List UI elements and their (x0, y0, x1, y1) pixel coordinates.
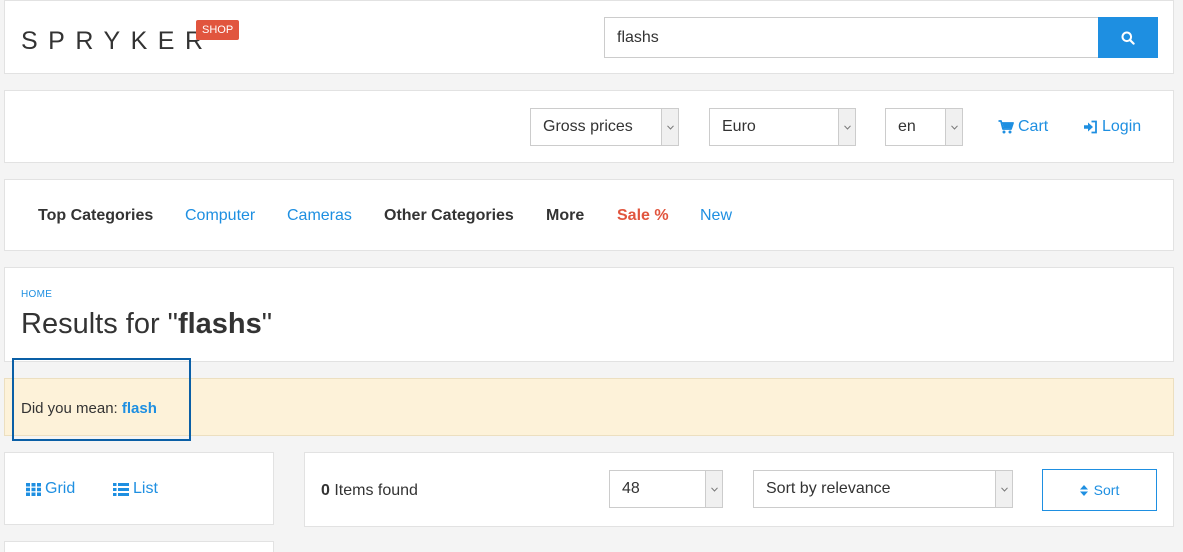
category-nav: Top Categories Computer Cameras Other Ca… (4, 179, 1174, 251)
nav-cameras[interactable]: Cameras (287, 207, 352, 225)
per-page-select[interactable]: 48 (609, 470, 723, 508)
list-icon (113, 482, 129, 496)
nav-new[interactable]: New (700, 207, 732, 225)
search-input[interactable] (604, 17, 1099, 58)
chevron-down-icon (995, 471, 1012, 507)
items-count: 0 (321, 482, 330, 499)
sort-icon (1079, 484, 1088, 496)
settings-bar: Gross prices Euro en Cart Login (4, 90, 1174, 163)
grid-icon (26, 482, 41, 496)
site-header: SPRYKER SHOP (4, 0, 1174, 74)
chevron-down-icon (661, 109, 678, 145)
page-title: Results for "flashs" (21, 308, 272, 341)
chevron-down-icon (705, 471, 722, 507)
highlight-box (12, 358, 191, 441)
grid-view-button[interactable]: Grid (26, 480, 75, 498)
logo[interactable]: SPRYKER (21, 29, 214, 54)
shop-badge: SHOP (196, 20, 240, 41)
search-query: flashs (177, 308, 262, 340)
grid-label: Grid (45, 480, 76, 497)
chevron-down-icon (838, 109, 855, 145)
items-found-label: Items found (329, 482, 418, 499)
nav-more[interactable]: More (546, 207, 584, 225)
login-link[interactable]: Login (1083, 118, 1141, 136)
results-toolbar: 0 Items found 48 Sort by relevance Sort (304, 452, 1174, 527)
currency-value: Euro (722, 118, 756, 135)
price-mode-select[interactable]: Gross prices (530, 108, 679, 146)
title-suffix: " (261, 308, 273, 340)
sort-button-label: Sort (1093, 482, 1120, 498)
chevron-down-icon (945, 109, 962, 145)
nav-other-categories[interactable]: Other Categories (384, 207, 514, 225)
search-icon (1121, 31, 1135, 45)
breadcrumb-home[interactable]: HOME (21, 289, 52, 300)
results-header: HOME Results for "flashs" (4, 267, 1174, 362)
list-label: List (133, 480, 158, 497)
sort-button[interactable]: Sort (1042, 469, 1157, 511)
sort-value: Sort by relevance (766, 480, 891, 497)
search-button[interactable] (1098, 17, 1158, 58)
nav-computer[interactable]: Computer (185, 207, 255, 225)
nav-sale[interactable]: Sale % (617, 207, 669, 225)
view-toggle: Grid List (4, 452, 274, 525)
list-view-button[interactable]: List (113, 480, 158, 498)
sign-in-icon (1084, 120, 1097, 134)
cart-icon (998, 120, 1014, 134)
price-mode-value: Gross prices (543, 118, 633, 135)
sort-select[interactable]: Sort by relevance (753, 470, 1013, 508)
cart-label: Cart (1018, 118, 1049, 135)
currency-select[interactable]: Euro (709, 108, 856, 146)
title-prefix: Results for " (21, 308, 178, 340)
per-page-value: 48 (622, 480, 640, 497)
items-found: 0 Items found (321, 482, 418, 500)
language-select[interactable]: en (885, 108, 963, 146)
filter-panel (4, 541, 274, 552)
login-label: Login (1102, 118, 1142, 135)
language-value: en (898, 118, 916, 135)
nav-top-categories[interactable]: Top Categories (38, 207, 153, 225)
cart-link[interactable]: Cart (998, 118, 1048, 136)
